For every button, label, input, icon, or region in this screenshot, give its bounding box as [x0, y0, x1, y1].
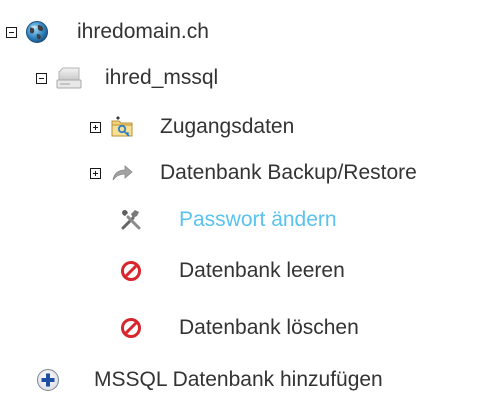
datenbank-leeren-label[interactable]: Datenbank leeren	[179, 259, 345, 283]
tree-node-database[interactable]: ihred_mssql	[36, 60, 218, 96]
zugangsdaten-label[interactable]: Zugangsdaten	[160, 115, 294, 139]
tree-node-passwort-aendern[interactable]: Passwort ändern	[119, 202, 337, 238]
tree-node-zugangsdaten[interactable]: Zugangsdaten	[90, 109, 294, 145]
forbidden-icon	[119, 259, 143, 283]
key-folder-icon	[110, 115, 134, 139]
tree-node-datenbank-leeren[interactable]: Datenbank leeren	[119, 253, 345, 289]
add-database-action[interactable]: MSSQL Datenbank hinzufügen	[36, 362, 383, 398]
backup-restore-label[interactable]: Datenbank Backup/Restore	[160, 161, 417, 185]
tree-node-datenbank-loeschen[interactable]: Datenbank löschen	[119, 310, 359, 346]
domain-label[interactable]: ihredomain.ch	[77, 20, 209, 44]
passwort-aendern-link[interactable]: Passwort ändern	[179, 208, 337, 232]
tree-node-backup-restore[interactable]: Datenbank Backup/Restore	[90, 155, 417, 191]
expand-toggle-icon[interactable]	[90, 121, 101, 133]
globe-icon	[25, 20, 49, 44]
tools-icon	[119, 208, 143, 232]
forbidden-icon	[119, 316, 143, 340]
add-database-label[interactable]: MSSQL Datenbank hinzufügen	[94, 368, 383, 392]
tree-node-domain[interactable]: ihredomain.ch	[6, 14, 209, 50]
collapse-toggle-icon[interactable]	[36, 72, 47, 84]
datenbank-loeschen-label[interactable]: Datenbank löschen	[179, 316, 359, 340]
expand-toggle-icon[interactable]	[90, 167, 101, 179]
database-icon	[55, 66, 83, 90]
collapse-toggle-icon[interactable]	[6, 26, 17, 38]
arrow-forward-icon	[110, 161, 134, 185]
database-label[interactable]: ihred_mssql	[105, 66, 218, 90]
add-circle-icon	[36, 368, 60, 392]
